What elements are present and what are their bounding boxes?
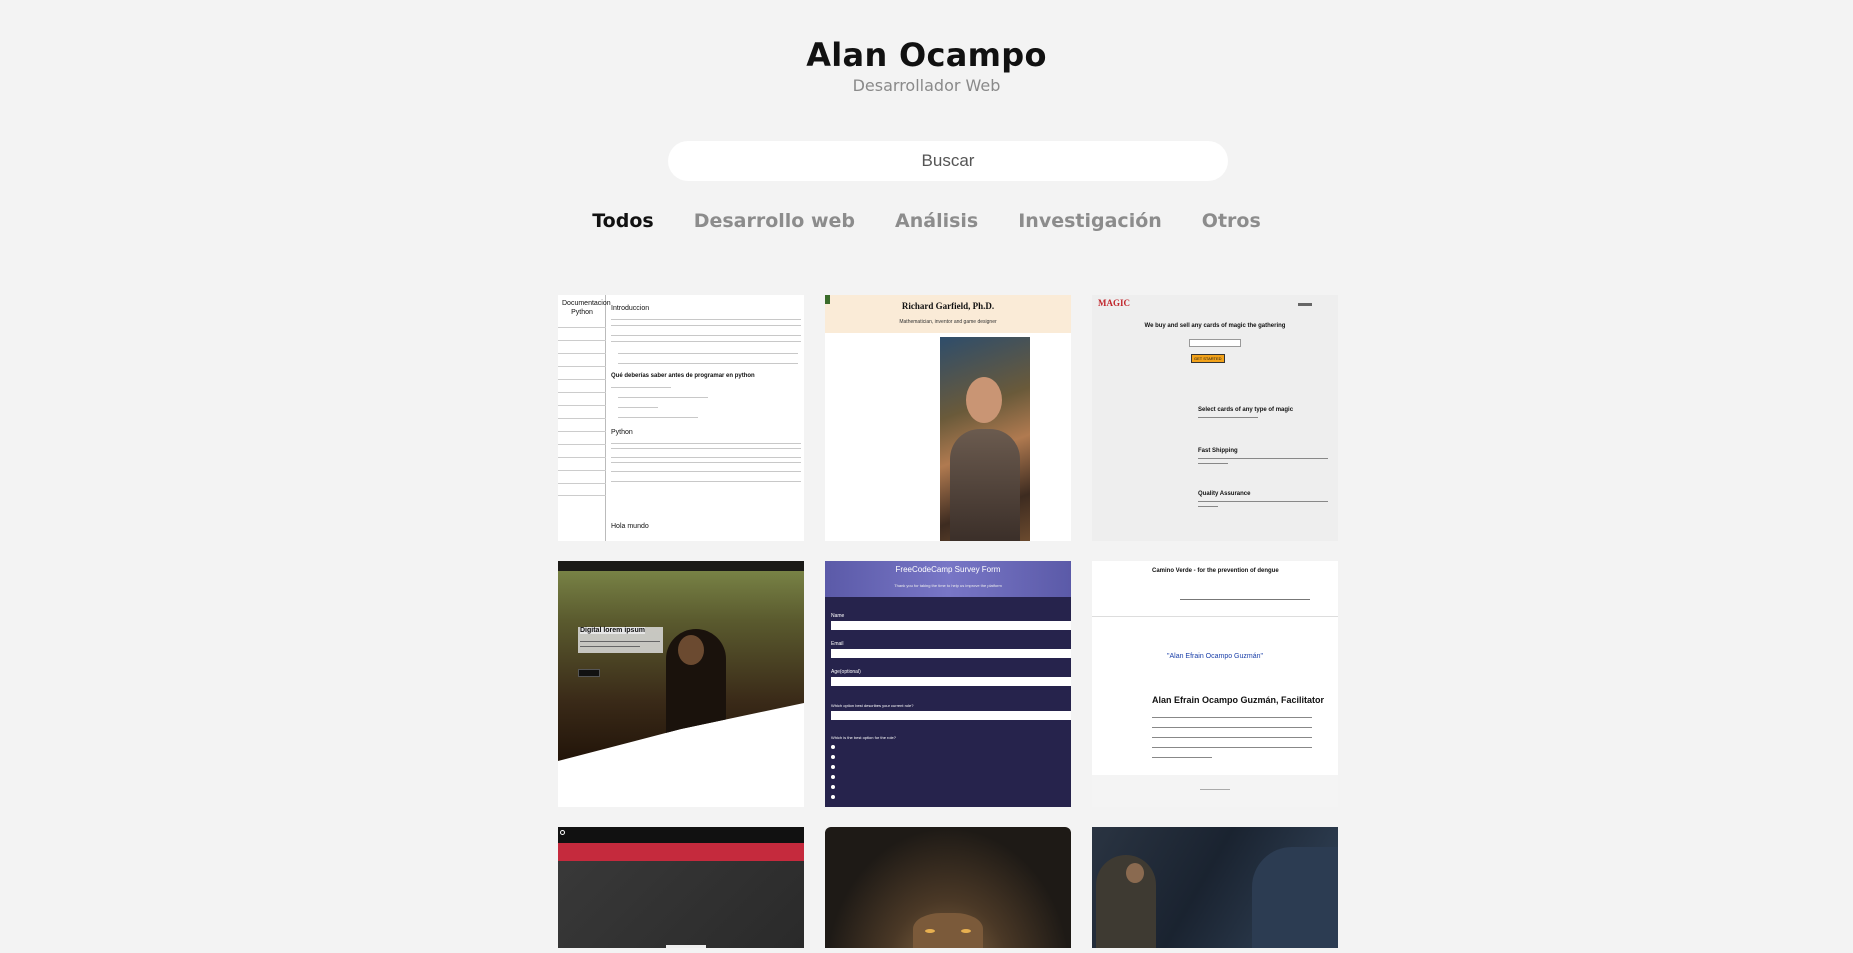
- banner-topbar: [558, 827, 804, 843]
- survey-name-label: Name: [831, 613, 845, 619]
- survey-role-select: [831, 711, 1071, 720]
- project-card-illustration[interactable]: [1092, 827, 1338, 948]
- search-input[interactable]: [668, 141, 1228, 181]
- doc-heading-prereq: Qué deberías saber antes de programar en…: [611, 373, 755, 379]
- magic-feature-2: Fast Shipping: [1198, 448, 1238, 454]
- banner-logo-icon: [560, 830, 565, 835]
- camino-name: Alan Efrain Ocampo Guzmán, Facilitator: [1152, 695, 1325, 705]
- landing-hero: [558, 561, 804, 761]
- camino-footer: [1092, 775, 1338, 807]
- doc-sidebar-title: Documentacion Python: [562, 300, 611, 316]
- survey-question-2: Which is the best option for the role?: [831, 735, 896, 740]
- project-card-magic[interactable]: MAGIC We buy and sell any cards of magic…: [1092, 295, 1338, 541]
- landing-info-box: Digital lorem ipsum: [578, 627, 663, 653]
- tab-desarrollo-web[interactable]: Desarrollo web: [694, 210, 855, 232]
- project-card-survey[interactable]: FreeCodeCamp Survey Form Thank you for t…: [825, 561, 1071, 807]
- page-header: Alan Ocampo Desarrollador Web: [0, 36, 1853, 95]
- survey-age-label: Age(optional): [831, 669, 861, 675]
- camino-quote: "Alan Efrain Ocampo Guzmán": [1166, 653, 1263, 660]
- camino-brand: Camino Verde - for the prevention of den…: [1152, 568, 1279, 574]
- magic-nav: [1298, 303, 1312, 306]
- lion-face: [913, 913, 983, 948]
- survey-email-field: [831, 649, 1071, 658]
- magic-email-input: [1189, 339, 1241, 347]
- project-card-lion[interactable]: [825, 827, 1071, 948]
- doc-sidebar-links: [558, 327, 606, 496]
- page-title: Alan Ocampo: [806, 36, 1047, 74]
- lion-eye: [961, 929, 971, 933]
- doc-heading-hello: Hola mundo: [611, 523, 649, 530]
- tribute-name: Richard Garfield, Ph.D.: [901, 301, 995, 311]
- tab-todos[interactable]: Todos: [592, 210, 653, 232]
- doc-heading-intro: Introduccion: [611, 305, 650, 312]
- landing-navbar: [558, 561, 804, 571]
- tab-otros[interactable]: Otros: [1202, 210, 1261, 232]
- survey-email-label: Email: [831, 641, 844, 647]
- tribute-photo: [940, 337, 1030, 541]
- survey-banner: FreeCodeCamp Survey Form Thank you for t…: [825, 561, 1071, 597]
- doc-heading-python: Python: [611, 429, 633, 436]
- magic-logo: MAGIC: [1098, 298, 1130, 308]
- project-card-landing[interactable]: Digital lorem ipsum: [558, 561, 804, 807]
- tribute-caption: Mathematician, inventor and game designe…: [899, 319, 997, 325]
- lion-eye: [925, 929, 935, 933]
- landing-heading: Digital lorem ipsum: [580, 627, 645, 634]
- page-subtitle: Desarrollador Web: [852, 76, 1001, 95]
- doc-sidebar: Documentacion Python: [558, 295, 611, 541]
- project-card-documentation[interactable]: Documentacion Python Introduccion Qué de…: [558, 295, 804, 541]
- project-card-camino-verde[interactable]: Camino Verde - for the prevention of den…: [1092, 561, 1338, 807]
- magic-cta-button: GET STARTED: [1191, 354, 1225, 363]
- survey-subtitle: Thank you for taking the time to help us…: [894, 583, 1002, 588]
- survey-question-1: Which option best describes your current…: [831, 703, 914, 708]
- tab-analisis[interactable]: Análisis: [895, 210, 978, 232]
- project-card-tribute[interactable]: Richard Garfield, Ph.D. Mathematician, i…: [825, 295, 1071, 541]
- illustration-creature: [1252, 847, 1338, 948]
- category-tabs: Todos Desarrollo web Análisis Investigac…: [0, 210, 1853, 232]
- survey-title: FreeCodeCamp Survey Form: [895, 565, 1001, 574]
- magic-feature-1: Select cards of any type of magic: [1198, 407, 1294, 413]
- tab-investigacion[interactable]: Investigación: [1018, 210, 1162, 232]
- survey-name-field: [831, 621, 1071, 630]
- magic-headline: We buy and sell any cards of magic the g…: [1144, 323, 1286, 329]
- menu-icon: [825, 295, 830, 304]
- banner-red-strip: [558, 843, 804, 861]
- camino-header: Camino Verde - for the prevention of den…: [1092, 561, 1338, 617]
- survey-age-field: [831, 677, 1071, 686]
- landing-button: [578, 669, 600, 677]
- tribute-header: Richard Garfield, Ph.D. Mathematician, i…: [825, 295, 1071, 333]
- project-card-banner[interactable]: [558, 827, 804, 948]
- magic-feature-3: Quality Assurance: [1198, 491, 1251, 497]
